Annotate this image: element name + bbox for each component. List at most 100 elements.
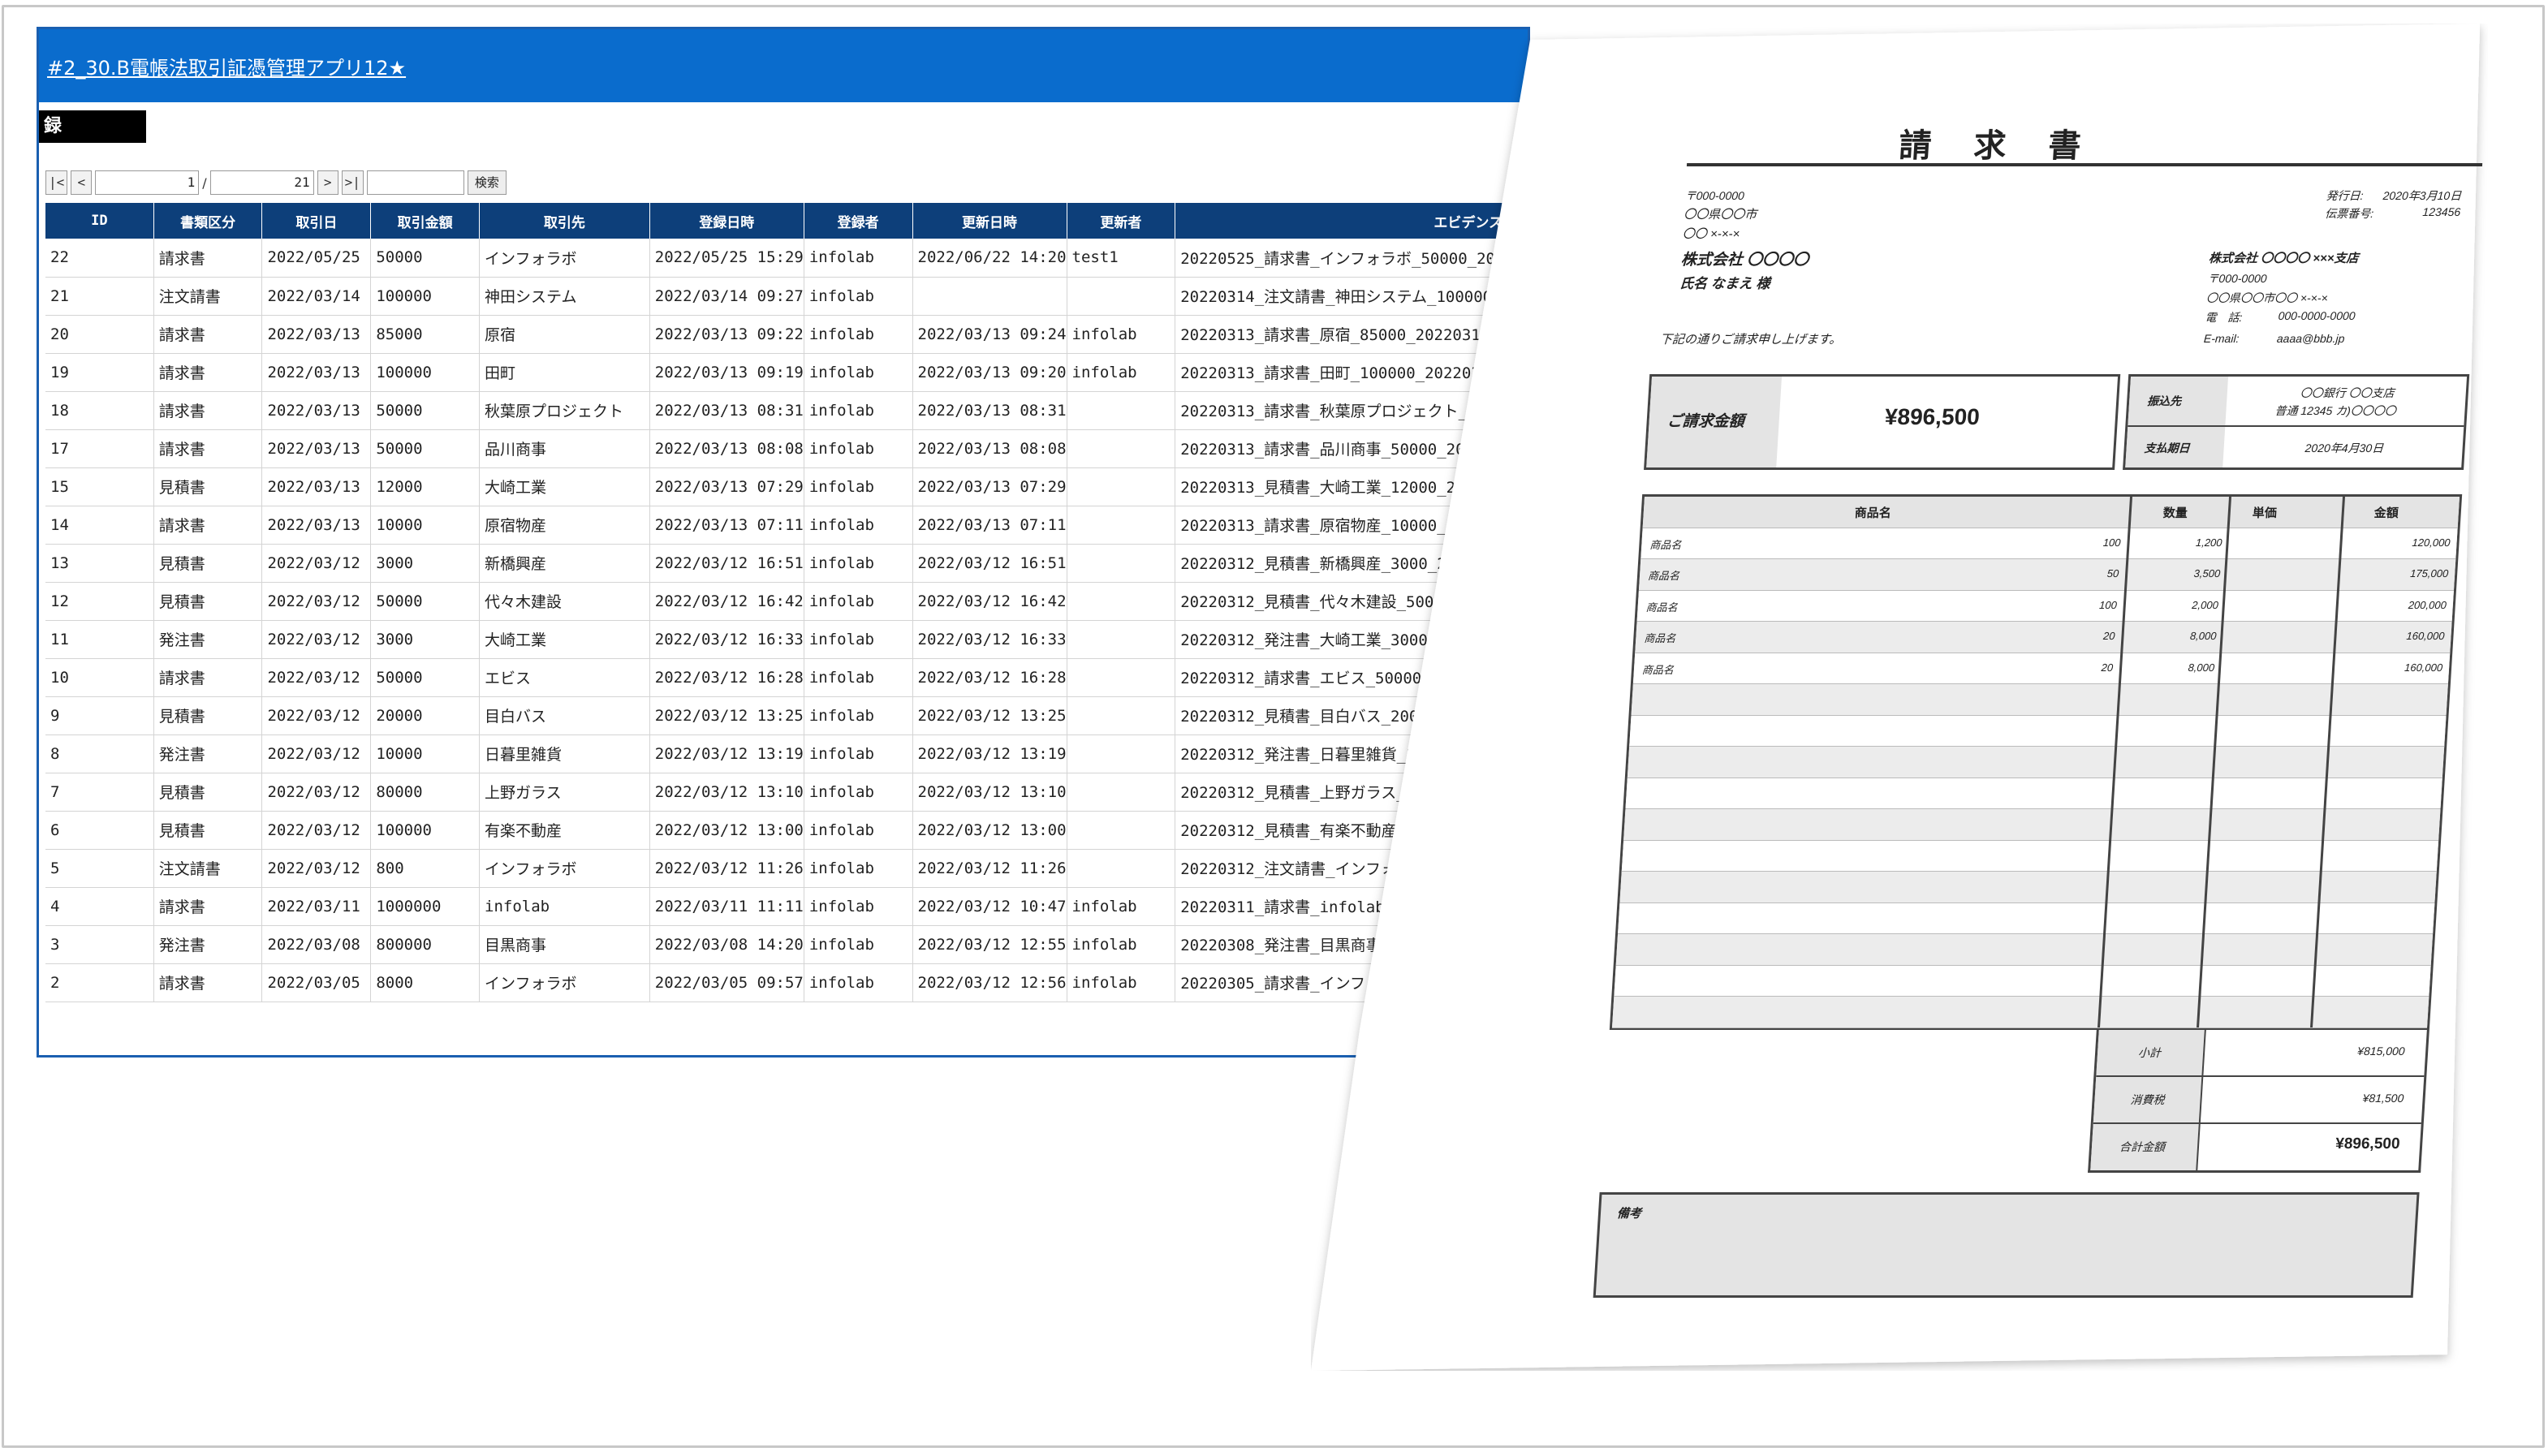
amount-box: ご請求金額 ¥896,500 (1644, 374, 2121, 470)
table-cell: 見積書 (153, 696, 263, 735)
table-cell: 18 (45, 391, 154, 430)
table-cell: エビス (479, 658, 650, 697)
table-row[interactable]: 11 発注書 2022/03/12 3000 大崎工業 2022/03/12 16:33 i… (45, 620, 1528, 659)
column-header[interactable]: 更新日時 (912, 203, 1067, 239)
table-cell: infolab (804, 277, 913, 316)
items-column-header: 単価 (2252, 506, 2278, 520)
table-cell: 目白バス (479, 696, 650, 735)
table-cell: 注文請書 (153, 277, 263, 316)
table-cell: 発注書 (153, 620, 263, 659)
totals-divider-2 (2093, 1122, 2421, 1124)
invoice-intro: 下記の通りご請求申し上げます。 (1659, 333, 1842, 347)
table-row[interactable]: 18 請求書 2022/03/13 50000 秋葉原プロジェクト 2022/03/13 … (45, 391, 1528, 430)
page-number-input[interactable]: 1 (95, 170, 200, 195)
table-cell: 2022/03/14 (261, 277, 372, 316)
app-title-link[interactable]: #2_30.B電帳法取引証憑管理アプリ12★ (47, 52, 406, 80)
table-cell: 11 (45, 620, 154, 659)
table-row[interactable]: 6 見積書 2022/03/12 100000 有楽不動産 2022/03/12 13:0… (45, 811, 1528, 850)
table-row[interactable]: 17 請求書 2022/03/13 50000 品川商事 2022/03/13 08:08… (45, 429, 1528, 468)
table-cell: 15 (45, 467, 154, 506)
table-cell: 2022/03/12 13:19 (912, 734, 1067, 773)
table-cell: 50000 (370, 658, 481, 697)
items-row (1614, 965, 2431, 997)
table-cell: インフォラボ (479, 963, 650, 1002)
amount-value: ¥896,500 (1884, 404, 1981, 429)
table-row[interactable]: 8 発注書 2022/03/12 10000 日暮里雑貨 2022/03/12 13:19… (45, 734, 1528, 773)
first-page-button[interactable]: |< (45, 170, 68, 195)
app-window: #2_30.B電帳法取引証憑管理アプリ12★ 録 |< < 1 / 21 > >… (37, 27, 1530, 1058)
table-cell: 2022/05/25 15:29 (649, 239, 804, 278)
table-row[interactable]: 9 見積書 2022/03/12 20000 目白バス 2022/03/12 13:25 i… (45, 696, 1528, 735)
tax-value: ¥81,500 (2362, 1092, 2404, 1105)
table-cell: 2022/03/12 12:55 (912, 925, 1067, 964)
table-cell (1067, 620, 1176, 659)
subtotal-value: ¥815,000 (2356, 1045, 2406, 1058)
issuer-tel-label: 電 話: (2205, 311, 2243, 324)
table-cell: 田町 (479, 353, 650, 392)
table-cell: 10000 (370, 506, 481, 545)
table-row[interactable]: 10 請求書 2022/03/12 50000 エビス 2022/03/12 16:28 i… (45, 658, 1528, 697)
table-row[interactable]: 4 請求書 2022/03/11 1000000 infolab 2022/03/11 1… (45, 887, 1528, 926)
issuer-postal: 〒000-0000 (2206, 272, 2268, 285)
table-row[interactable]: 7 見積書 2022/03/12 80000 上野ガラス 2022/03/12 13:10… (45, 773, 1528, 812)
items-row (1623, 809, 2441, 841)
column-header[interactable]: 登録日時 (649, 203, 804, 239)
table-row[interactable]: 15 見積書 2022/03/13 12000 大崎工業 2022/03/13 07:29… (45, 467, 1528, 506)
table-cell: 2022/03/13 09:22 (649, 315, 804, 354)
total-pages-field: 21 (209, 170, 314, 195)
table-cell: 見積書 (153, 582, 263, 621)
table-row[interactable]: 12 見積書 2022/03/12 50000 代々木建設 2022/03/12 16:4… (45, 582, 1528, 621)
table-cell (1067, 429, 1176, 468)
table-cell: infolab (1067, 963, 1176, 1002)
table-row[interactable]: 3 発注書 2022/03/08 800000 目黒商事 2022/03/08 14:20… (45, 925, 1528, 964)
column-header[interactable]: 書類区分 (153, 203, 263, 239)
item-qty: 50 (2106, 567, 2119, 579)
table-cell: 2022/03/11 (261, 887, 372, 926)
column-header[interactable]: 更新者 (1067, 203, 1176, 239)
table-cell: 2022/03/12 (261, 849, 372, 888)
recipient-address: 〇〇 ×-×-× (1682, 227, 1740, 241)
table-cell: infolab (804, 315, 913, 354)
table-cell: 見積書 (153, 811, 263, 850)
total-label: 合計金額 (2119, 1140, 2166, 1153)
item-amount: 160,000 (2406, 630, 2445, 642)
table-cell: infolab (804, 467, 913, 506)
table-row[interactable]: 13 見積書 2022/03/12 3000 新橋興産 2022/03/12 16:51 i… (45, 544, 1528, 583)
column-header[interactable]: 取引日 (261, 203, 372, 239)
table-cell: 大崎工業 (479, 467, 650, 506)
table-cell: 85000 (370, 315, 481, 354)
remarks-box: 備考 (1593, 1192, 2420, 1298)
table-cell: 7 (45, 773, 154, 812)
item-unit-price: 3,500 (2193, 567, 2221, 579)
table-cell: 請求書 (153, 315, 263, 354)
table-cell (1067, 467, 1176, 506)
item-name: 商品名 (1641, 663, 1675, 676)
next-page-button[interactable]: > (317, 170, 338, 195)
table-row[interactable]: 5 注文請書 2022/03/12 800 インフォラボ 2022/03/12 11:26… (45, 849, 1528, 888)
table-row[interactable]: 21 注文請書 2022/03/14 100000 神田システム 2022/03/14 0… (45, 277, 1528, 316)
table-cell: 3 (45, 925, 154, 964)
bank-label: 振込先 (2146, 394, 2182, 407)
table-row[interactable]: 22 請求書 2022/05/25 50000 インフォラボ 2022/05/25 15:… (45, 239, 1528, 278)
table-cell: 2022/03/12 11:26 (912, 849, 1067, 888)
search-button[interactable]: 検索 (467, 170, 507, 195)
table-cell: 17 (45, 429, 154, 468)
last-page-button[interactable]: >| (341, 170, 364, 195)
bank-line1: 〇〇銀行 〇〇支店 (2300, 386, 2395, 399)
column-header[interactable]: 登録者 (804, 203, 913, 239)
table-row[interactable]: 14 請求書 2022/03/13 10000 原宿物産 2022/03/13 07:11… (45, 506, 1528, 545)
table-row[interactable]: 2 請求書 2022/03/05 8000 インフォラボ 2022/03/05 09:57… (45, 963, 1528, 1002)
search-input[interactable] (366, 170, 464, 195)
table-cell: 請求書 (153, 353, 263, 392)
column-header[interactable]: 取引金額 (370, 203, 481, 239)
column-header[interactable]: ID (45, 203, 154, 239)
column-header[interactable]: 取引先 (479, 203, 650, 239)
prev-page-button[interactable]: < (71, 170, 93, 195)
table-row[interactable]: 20 請求書 2022/03/13 85000 原宿 2022/03/13 09:22 in… (45, 315, 1528, 354)
table-cell: infolab (804, 963, 913, 1002)
issuer-email-value: aaaa@bbb.jp (2276, 332, 2345, 345)
table-cell: 12000 (370, 467, 481, 506)
table-cell: 2022/03/14 09:27 (649, 277, 804, 316)
table-row[interactable]: 19 請求書 2022/03/13 100000 田町 2022/03/13 09:19 i… (45, 353, 1528, 392)
table-cell: 10000 (370, 734, 481, 773)
